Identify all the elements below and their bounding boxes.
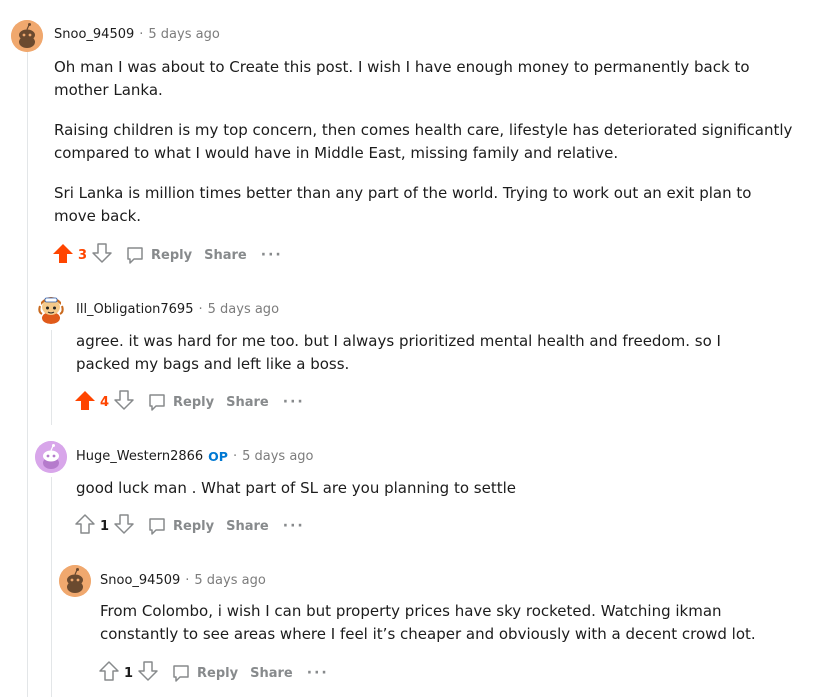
reply-label: Reply: [173, 394, 215, 410]
comment-body: From Colombo, i wish I can but property …: [100, 600, 780, 646]
share-button[interactable]: Share: [226, 395, 269, 410]
downvote-button[interactable]: [137, 660, 159, 686]
author-name[interactable]: Snoo_94509: [100, 573, 180, 588]
comment-paragraph: Sri Lanka is million times better than a…: [54, 184, 752, 225]
upvote-filled-icon: [53, 244, 73, 263]
author-name[interactable]: Ill_Obligation7695: [76, 302, 193, 317]
author-name[interactable]: Huge_Western2866: [76, 449, 203, 464]
avatar[interactable]: [35, 292, 67, 324]
share-label: Share: [250, 665, 293, 681]
downvote-icon: [114, 514, 134, 534]
avatar[interactable]: [11, 20, 43, 52]
timestamp[interactable]: 5 days ago: [148, 27, 219, 42]
upvote-icon: [75, 514, 95, 534]
comment-meta: Huge_Western2866 OP · 5 days ago: [76, 449, 314, 464]
author-name[interactable]: Snoo_94509: [54, 27, 134, 42]
reply-label: Reply: [173, 518, 215, 534]
downvote-icon: [114, 390, 134, 410]
reply-button[interactable]: Reply: [171, 663, 238, 683]
downvote-button[interactable]: [113, 389, 135, 415]
avatar[interactable]: [59, 565, 91, 597]
timestamp[interactable]: 5 days ago: [194, 573, 265, 588]
meta-separator: ·: [198, 302, 203, 317]
comment-actions: 4 Reply Share ···: [74, 389, 305, 415]
reply-label: Reply: [151, 247, 193, 263]
vote-count: 4: [100, 394, 110, 410]
upvote-icon: [99, 661, 119, 681]
share-label: Share: [204, 247, 247, 263]
comment-paragraph: good luck man . What part of SL are you …: [76, 479, 516, 497]
share-button[interactable]: Share: [250, 666, 293, 681]
reply-label: Reply: [197, 665, 239, 681]
upvote-button[interactable]: [74, 389, 96, 415]
snoo-avatar-icon: [38, 297, 64, 324]
upvote-button[interactable]: [74, 513, 96, 539]
snoo-avatar-icon: [59, 565, 91, 597]
reply-button[interactable]: Reply: [147, 392, 214, 412]
comment-bubble-icon: [149, 394, 165, 411]
more-options-icon[interactable]: ···: [261, 247, 283, 263]
more-options-icon[interactable]: ···: [283, 518, 305, 534]
thread-line-reply-1[interactable]: [51, 330, 52, 425]
comment-paragraph: agree. it was hard for me too. but I alw…: [76, 332, 721, 373]
downvote-button[interactable]: [113, 513, 135, 539]
vote-count: 1: [100, 518, 110, 534]
comment-bubble-icon: [173, 665, 189, 682]
vote-count: 3: [78, 247, 88, 263]
meta-separator: ·: [139, 27, 144, 42]
comment-paragraph: Oh man I was about to Create this post. …: [54, 58, 750, 99]
comment-actions: 1 Reply Share ···: [74, 513, 305, 539]
upvote-filled-icon: [75, 391, 95, 410]
comment-body: good luck man . What part of SL are you …: [76, 477, 776, 500]
share-label: Share: [226, 394, 269, 410]
downvote-icon: [138, 661, 158, 681]
comment-actions: 3 Reply Share ···: [52, 242, 283, 268]
meta-separator: ·: [185, 573, 190, 588]
downvote-icon: [92, 243, 112, 263]
reply-button[interactable]: Reply: [125, 245, 192, 265]
more-options-icon[interactable]: ···: [283, 394, 305, 410]
comment-bubble-icon: [149, 518, 165, 535]
reply-button[interactable]: Reply: [147, 516, 214, 536]
downvote-button[interactable]: [91, 242, 113, 268]
timestamp[interactable]: 5 days ago: [242, 449, 313, 464]
timestamp[interactable]: 5 days ago: [208, 302, 279, 317]
share-button[interactable]: Share: [204, 248, 247, 263]
comment-body: agree. it was hard for me too. but I alw…: [76, 330, 776, 376]
comment-bubble-icon: [127, 247, 143, 264]
thread-line-reply-2[interactable]: [51, 477, 52, 697]
upvote-button[interactable]: [52, 242, 74, 268]
comment-actions: 1 Reply Share ···: [98, 660, 329, 686]
avatar[interactable]: [35, 441, 67, 473]
op-badge: OP: [208, 449, 228, 464]
meta-separator: ·: [232, 449, 238, 464]
comment-meta: Snoo_94509 · 5 days ago: [54, 27, 220, 42]
more-options-icon[interactable]: ···: [307, 665, 329, 681]
snoo-avatar-icon: [11, 20, 43, 52]
share-label: Share: [226, 518, 269, 534]
comment-body: Oh man I was about to Create this post. …: [54, 56, 794, 228]
snoo-avatar-icon: [35, 441, 67, 473]
comment-meta: Snoo_94509 · 5 days ago: [100, 573, 266, 588]
upvote-button[interactable]: [98, 660, 120, 686]
thread-line-root[interactable]: [27, 52, 28, 697]
share-button[interactable]: Share: [226, 519, 269, 534]
vote-count: 1: [124, 665, 134, 681]
comment-meta: Ill_Obligation7695 · 5 days ago: [76, 302, 279, 317]
comment-paragraph: From Colombo, i wish I can but property …: [100, 602, 756, 643]
comment-paragraph: Raising children is my top concern, then…: [54, 121, 793, 162]
